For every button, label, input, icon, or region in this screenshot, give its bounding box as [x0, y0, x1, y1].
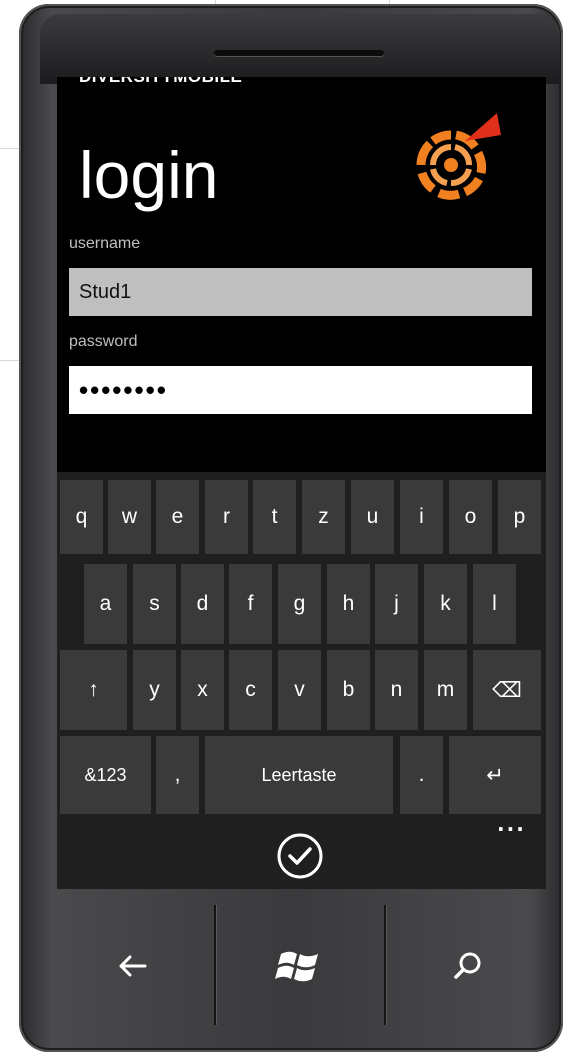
key-n[interactable]: n [375, 650, 418, 730]
key-s[interactable]: s [133, 564, 176, 644]
app-name: DIVERSITYMOBILE [79, 77, 242, 87]
guide-line [0, 148, 20, 149]
phone-screen: DIVERSITYMOBILE login username Stud [57, 77, 546, 889]
key-d[interactable]: d [181, 564, 224, 644]
app-logo-icon [416, 113, 501, 200]
hardware-separator [214, 905, 216, 1025]
username-input[interactable]: Stud1 [69, 268, 532, 316]
key-w[interactable]: w [108, 480, 151, 554]
key-u[interactable]: u [351, 480, 394, 554]
key-m[interactable]: m [424, 650, 467, 730]
phone-top-bezel [40, 14, 560, 84]
key-p[interactable]: p [498, 480, 541, 554]
space-key[interactable]: Leertaste [205, 736, 393, 814]
key-v[interactable]: v [278, 650, 321, 730]
key-c[interactable]: c [229, 650, 272, 730]
back-arrow-icon [119, 955, 147, 977]
key-z[interactable]: z [302, 480, 345, 554]
key-b[interactable]: b [327, 650, 370, 730]
earpiece-speaker [214, 50, 384, 56]
numbers-symbols-key[interactable]: &123 [60, 736, 151, 814]
key-x[interactable]: x [181, 650, 224, 730]
enter-key[interactable]: ↵ [449, 736, 541, 814]
guide-line [0, 360, 20, 361]
page-title: login [79, 138, 219, 212]
key-e[interactable]: e [156, 480, 199, 554]
comma-key[interactable]: , [156, 736, 199, 814]
key-r[interactable]: r [205, 480, 248, 554]
key-y[interactable]: y [133, 650, 176, 730]
period-key[interactable]: . [400, 736, 443, 814]
password-label: password [69, 333, 138, 350]
search-button[interactable] [438, 936, 498, 996]
key-o[interactable]: o [449, 480, 492, 554]
backspace-key[interactable]: ⌫ [473, 650, 541, 730]
start-button[interactable] [269, 936, 329, 996]
more-options-button[interactable]: ... [497, 812, 526, 836]
key-l[interactable]: l [473, 564, 516, 644]
key-g[interactable]: g [278, 564, 321, 644]
key-a[interactable]: a [84, 564, 127, 644]
back-button[interactable] [103, 936, 163, 996]
key-h[interactable]: h [327, 564, 370, 644]
key-q[interactable]: q [60, 480, 103, 554]
hardware-separator [384, 905, 386, 1025]
windows-logo-icon [275, 951, 318, 982]
shift-key[interactable]: ↑ [60, 650, 127, 730]
key-k[interactable]: k [424, 564, 467, 644]
key-t[interactable]: t [253, 480, 296, 554]
username-label: username [69, 235, 141, 252]
key-j[interactable]: j [375, 564, 418, 644]
key-f[interactable]: f [229, 564, 272, 644]
key-i[interactable]: i [400, 480, 443, 554]
search-icon [454, 952, 481, 979]
check-circle-icon[interactable] [276, 832, 324, 880]
password-input[interactable]: •••••••• [69, 366, 532, 414]
